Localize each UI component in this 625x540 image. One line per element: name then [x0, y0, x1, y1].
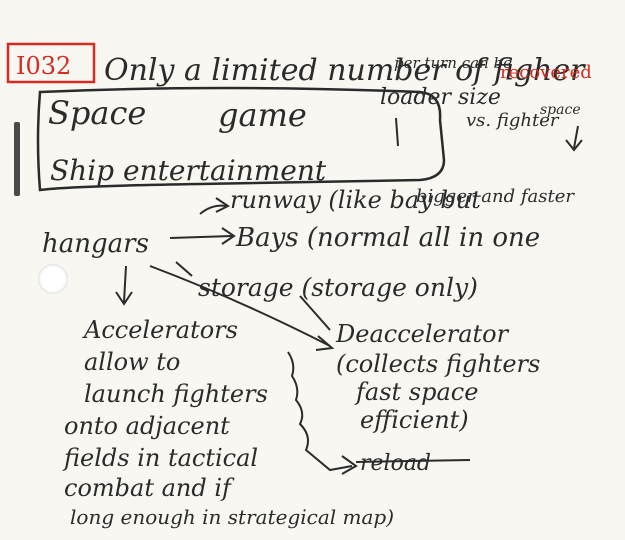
bays-arrow: [169, 235, 233, 239]
box-line1-a: Space: [48, 94, 146, 132]
accel-line: fields in tactical: [62, 444, 258, 472]
loader-size-note: loader size: [380, 85, 501, 110]
bays-label: Bays (normal all in one: [235, 223, 540, 253]
hangars-label: hangars: [42, 229, 149, 259]
accelerator-arrow: [123, 265, 127, 303]
recovered-note: recovered: [500, 62, 592, 83]
deaccel-line: Deaccelerator: [335, 320, 510, 348]
reload-label: reload: [360, 451, 431, 476]
small-down-arrow: [395, 117, 399, 147]
deaccel-line: fast space: [354, 378, 478, 406]
handwritten-notes: I032 Only a limited number of figher per…: [6, 42, 592, 529]
accel-line: long enough in strategical map): [70, 505, 394, 529]
space-note: space: [540, 102, 581, 118]
deaccel-line: (collects fighters: [336, 350, 540, 378]
card-id: I032: [16, 52, 71, 80]
deaccel-line: efficient): [360, 406, 469, 434]
storage-label: storage (storage only): [198, 273, 478, 302]
accel-line: launch fighters: [84, 380, 268, 408]
reload-arrow-head: [341, 455, 358, 475]
accel-line: onto adjacent: [64, 412, 230, 440]
storage-arrow: [175, 261, 193, 277]
accel-line: allow to: [84, 348, 180, 376]
bigger-note: bigger and faster: [416, 186, 575, 207]
box-line1-b: game: [218, 96, 307, 134]
per-turn-note: per turn can be: [394, 54, 512, 72]
box-line2: Ship entertainment: [50, 154, 327, 187]
accel-line: combat and if: [64, 474, 235, 502]
accel-line: Accelerators: [82, 316, 238, 344]
index-card: I032 Only a limited number of figher per…: [0, 0, 625, 540]
deaccelerator-block: Deaccelerator (collects fighters fast sp…: [335, 320, 540, 434]
